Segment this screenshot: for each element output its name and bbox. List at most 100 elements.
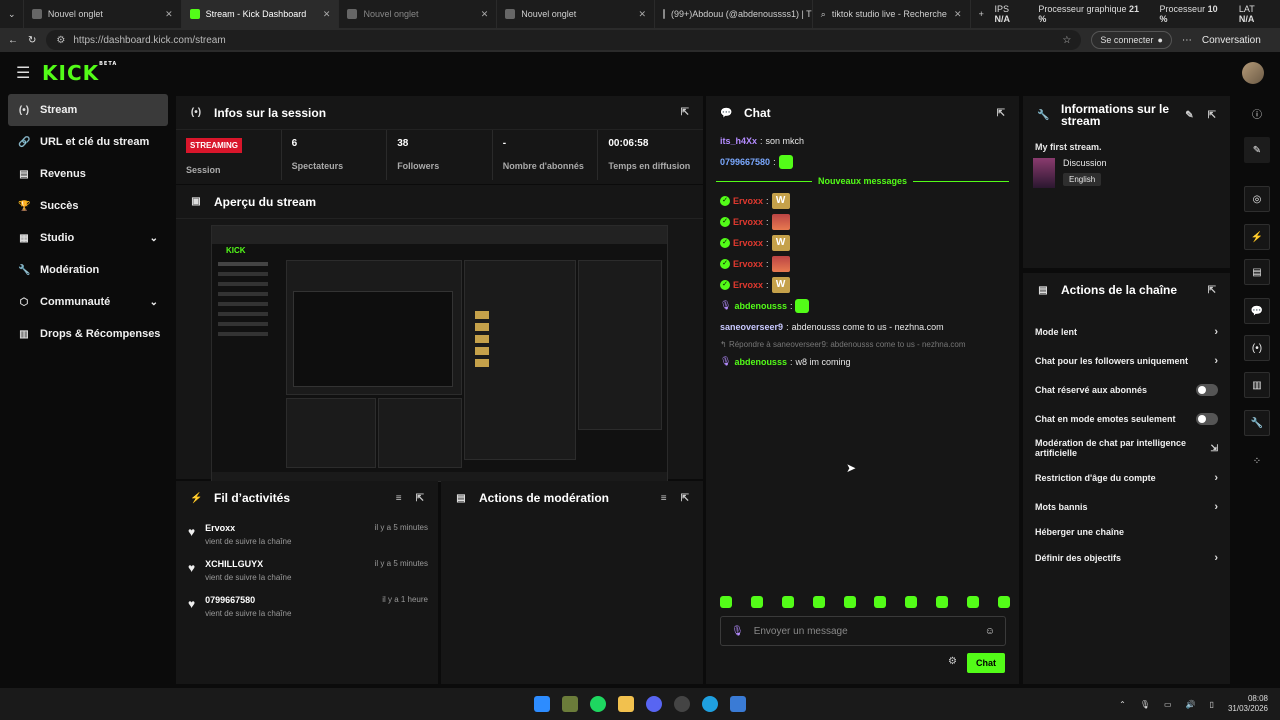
browser-tab[interactable]: ⌕ tiktok studio live - Recherche ✕: [813, 0, 971, 28]
url-field[interactable]: ⚙ https://dashboard.kick.com/stream ☆: [46, 30, 1082, 50]
action-followers-only[interactable]: Chat pour les followers uniquement ›: [1023, 346, 1230, 375]
emote-icon[interactable]: [997, 596, 1010, 608]
menu-dots-icon[interactable]: ⋯: [1182, 35, 1192, 46]
reload-icon[interactable]: ↻: [28, 35, 36, 46]
close-icon[interactable]: ✕: [323, 9, 331, 20]
lightning-icon[interactable]: ⚡: [1244, 224, 1270, 250]
spotify-icon[interactable]: [590, 696, 606, 712]
edit-pencil-icon[interactable]: ✎: [1244, 137, 1270, 163]
preview-mini-activity: [286, 398, 376, 468]
emote-icon[interactable]: [750, 596, 763, 608]
apps-icon[interactable]: ⁘: [1244, 448, 1270, 474]
volume-icon[interactable]: 🔊: [1186, 700, 1196, 709]
emote-icon[interactable]: [812, 596, 825, 608]
discord-icon[interactable]: [646, 696, 662, 712]
channel-actions-header: ▤ Actions de la chaîne ⇱: [1038, 283, 1216, 297]
stat-subs: - Nombre d'abonnés: [493, 130, 599, 180]
emote-icon[interactable]: [843, 596, 856, 608]
wrench-icon: 🔧: [1037, 109, 1050, 121]
copilot-conversation-button[interactable]: Conversation: [1202, 35, 1261, 46]
chat-bubble-icon[interactable]: 💬: [1244, 298, 1270, 324]
clipboard-icon[interactable]: ▤: [1244, 259, 1270, 285]
site-info-icon[interactable]: ⚙: [56, 35, 65, 46]
action-set-goals[interactable]: Définir des objectifs ›: [1023, 543, 1230, 572]
microphone-icon: 🎙: [720, 356, 732, 366]
network-icon[interactable]: ▭: [1164, 700, 1172, 709]
emote-icon[interactable]: [874, 596, 887, 608]
focus-icon[interactable]: ◎: [1244, 186, 1270, 212]
stream-preview-video[interactable]: KICK: [211, 225, 668, 482]
battery-icon[interactable]: ▯: [1210, 700, 1214, 709]
photos-icon[interactable]: [730, 696, 746, 712]
sidebar-item-stream-key[interactable]: 🔗 URL et clé du stream: [8, 126, 168, 158]
info-icon[interactable]: ⓘ: [1244, 100, 1270, 126]
app-icon[interactable]: [562, 696, 578, 712]
sidebar-item-community[interactable]: ⬡ Communauté ⌄: [8, 286, 168, 318]
action-banned-words[interactable]: Mots bannis ›: [1023, 492, 1230, 521]
popout-icon[interactable]: ⇱: [1208, 285, 1216, 296]
community-icon: ⬡: [19, 296, 29, 308]
popout-icon[interactable]: ⇱: [1208, 110, 1216, 121]
new-tab-button[interactable]: +: [971, 0, 995, 28]
wrench-icon[interactable]: 🔧: [1244, 410, 1270, 436]
emoji-picker-icon[interactable]: ☺: [985, 626, 995, 637]
user-avatar[interactable]: [1242, 62, 1264, 84]
send-chat-button[interactable]: Chat: [967, 653, 1005, 673]
chevron-right-icon: ›: [1214, 551, 1218, 564]
sidebar-item-studio[interactable]: ▦ Studio ⌄: [8, 222, 168, 254]
close-icon[interactable]: ✕: [481, 9, 489, 20]
sidebar-item-stream[interactable]: (•) Stream: [8, 94, 168, 126]
tab-list-button[interactable]: ⌄: [0, 0, 24, 28]
close-icon[interactable]: ✕: [638, 9, 646, 20]
sidebar-item-revenue[interactable]: ▤ Revenus: [8, 158, 168, 190]
close-icon[interactable]: ✕: [165, 9, 173, 20]
browser-tab[interactable]: Nouvel onglet ✕: [339, 0, 498, 28]
sidebar-item-achievements[interactable]: 🏆 Succès: [8, 190, 168, 222]
clock[interactable]: 08:08 31/03/2026: [1228, 694, 1268, 714]
subscribers-only-toggle[interactable]: [1196, 383, 1218, 396]
emote-icon[interactable]: [905, 596, 918, 608]
popout-icon[interactable]: ⇱: [681, 493, 689, 504]
edit-pencil-icon[interactable]: ✎: [1185, 110, 1193, 121]
browser-tab[interactable]: (99+)Abdouu (@abdenoussss1) | T: [655, 0, 813, 28]
sidebar-item-moderation[interactable]: 🔧 Modération: [8, 254, 168, 286]
filter-icon[interactable]: ≡: [661, 493, 667, 504]
chevron-up-icon[interactable]: ⌃: [1119, 700, 1126, 709]
chat-message-input[interactable]: 🎙 Envoyer un message ☺: [720, 616, 1006, 646]
hamburger-menu-icon[interactable]: ☰: [16, 63, 42, 83]
browser-tab-active[interactable]: Stream - Kick Dashboard ✕: [181, 0, 340, 28]
emote-icon[interactable]: [967, 596, 979, 608]
emote-icon[interactable]: [781, 596, 794, 608]
action-host-channel[interactable]: Héberger une chaîne: [1023, 521, 1230, 543]
back-icon[interactable]: ←: [8, 35, 18, 46]
channel-icon[interactable]: ▥: [1244, 372, 1270, 398]
action-ai-moderation[interactable]: Modération de chat par intelligence arti…: [1023, 433, 1230, 463]
kick-logo[interactable]: KICKBETA: [42, 61, 117, 85]
microphone-icon[interactable]: 🎙: [1140, 700, 1150, 709]
popout-icon[interactable]: ⇱: [997, 108, 1005, 119]
action-age-restriction[interactable]: Restriction d'âge du compte ›: [1023, 463, 1230, 492]
favorite-star-icon[interactable]: ☆: [1062, 35, 1071, 46]
sign-in-button[interactable]: Se connecter ●: [1091, 31, 1172, 49]
broadcast-icon[interactable]: (•): [1244, 335, 1270, 361]
reply-reference[interactable]: ↰ Répondre à saneoverseer9: abdenousss c…: [706, 337, 1019, 351]
filter-icon[interactable]: ≡: [396, 493, 402, 504]
action-slow-mode[interactable]: Mode lent ›: [1023, 317, 1230, 346]
emotes-only-toggle[interactable]: [1196, 412, 1218, 425]
sidebar-item-drops[interactable]: ▥ Drops & Récompenses: [8, 318, 168, 350]
obs-icon[interactable]: [674, 696, 690, 712]
address-bar: ← ↻ ⚙ https://dashboard.kick.com/stream …: [0, 28, 1280, 52]
preview-mini-sidebar: [212, 256, 282, 456]
windows-start-icon[interactable]: [534, 696, 550, 712]
edge-icon[interactable]: [702, 696, 718, 712]
close-icon[interactable]: ✕: [954, 9, 962, 20]
browser-tab[interactable]: Nouvel onglet ✕: [497, 0, 656, 28]
file-explorer-icon[interactable]: [618, 696, 634, 712]
emote-icon[interactable]: [720, 596, 732, 608]
popout-icon[interactable]: ⇱: [681, 107, 689, 118]
chat-message: ✓ Ervoxx: W: [706, 232, 1019, 253]
emote-icon[interactable]: [936, 596, 949, 608]
popout-icon[interactable]: ⇱: [416, 493, 424, 504]
chat-settings-icon[interactable]: ⚙: [948, 656, 957, 667]
browser-tab[interactable]: Nouvel onglet ✕: [24, 0, 182, 28]
